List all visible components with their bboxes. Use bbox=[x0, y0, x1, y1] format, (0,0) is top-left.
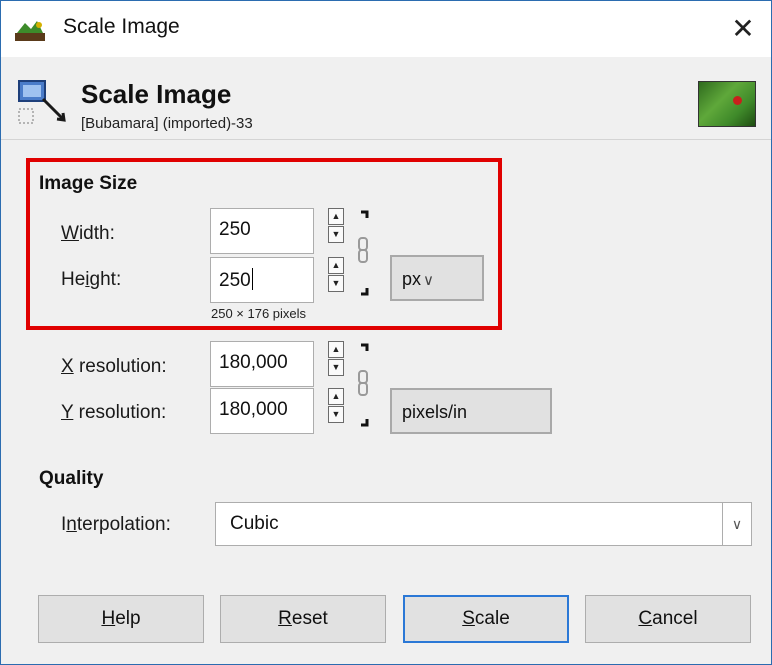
resolution-unit-select[interactable]: pixels/in bbox=[390, 388, 552, 434]
close-icon[interactable]: ✕ bbox=[723, 11, 763, 47]
header-title: Scale Image bbox=[81, 79, 232, 109]
y-resolution-label: Y resolution: bbox=[61, 402, 167, 423]
spin-up-icon[interactable]: ▲ bbox=[328, 388, 344, 405]
spin-down-icon[interactable]: ▼ bbox=[328, 275, 344, 292]
height-input[interactable]: 250 bbox=[210, 257, 314, 303]
cancel-button[interactable]: Cancel bbox=[585, 595, 751, 643]
x-resolution-label: X resolution: bbox=[61, 356, 167, 377]
size-unit-select[interactable]: px ∨ bbox=[390, 255, 484, 301]
spin-up-icon[interactable]: ▲ bbox=[328, 208, 344, 225]
image-thumbnail bbox=[698, 81, 756, 127]
scale-tool-icon bbox=[18, 80, 66, 124]
scale-button[interactable]: Scale bbox=[403, 595, 569, 643]
interpolation-select[interactable]: Cubic ∨ bbox=[215, 502, 752, 546]
window-title: Scale Image bbox=[63, 15, 180, 38]
width-input[interactable]: 250 bbox=[210, 208, 314, 254]
spin-up-icon[interactable]: ▲ bbox=[328, 257, 344, 274]
interpolation-value: Cubic bbox=[230, 513, 279, 534]
header-subtitle: [Bubamara] (imported)-33 bbox=[81, 115, 253, 132]
help-button[interactable]: Help bbox=[38, 595, 204, 643]
y-resolution-spinner[interactable]: ▲ ▼ bbox=[328, 388, 346, 438]
interpolation-label: Interpolation: bbox=[61, 514, 171, 535]
spin-down-icon[interactable]: ▼ bbox=[328, 226, 344, 243]
width-spinner[interactable]: ▲ ▼ bbox=[328, 208, 346, 258]
x-resolution-spinner[interactable]: ▲ ▼ bbox=[328, 341, 346, 391]
gimp-app-icon bbox=[15, 21, 45, 41]
image-size-heading: Image Size bbox=[39, 173, 138, 194]
pixel-size-info: 250 × 176 pixels bbox=[211, 306, 307, 321]
scale-image-dialog: Scale Image ✕ Scale Image [Bubamara] (im… bbox=[0, 0, 772, 665]
spin-down-icon[interactable]: ▼ bbox=[328, 406, 344, 423]
title-bar[interactable]: Scale Image ✕ bbox=[1, 1, 771, 57]
height-label: Height: bbox=[61, 269, 122, 290]
resolution-chain-link-icon[interactable] bbox=[353, 343, 373, 431]
spin-down-icon[interactable]: ▼ bbox=[328, 359, 344, 376]
height-spinner[interactable]: ▲ ▼ bbox=[328, 257, 346, 307]
x-resolution-input[interactable]: 180,000 bbox=[210, 341, 314, 387]
width-label: Width: bbox=[61, 223, 115, 244]
ladybug-image bbox=[733, 96, 742, 105]
chain-link-icon[interactable] bbox=[353, 210, 373, 300]
reset-button[interactable]: Reset bbox=[220, 595, 386, 643]
y-resolution-input[interactable]: 180,000 bbox=[210, 388, 314, 434]
chevron-down-icon[interactable]: ∨ bbox=[722, 503, 751, 545]
text-cursor bbox=[251, 268, 253, 290]
spin-up-icon[interactable]: ▲ bbox=[328, 341, 344, 358]
quality-heading: Quality bbox=[39, 468, 104, 489]
